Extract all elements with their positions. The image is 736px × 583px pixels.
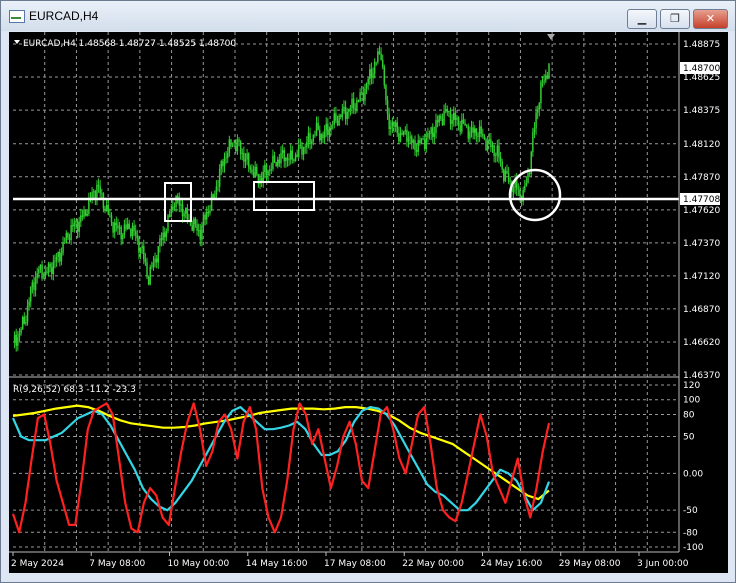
current-price-tag: 1.48700 xyxy=(683,64,720,74)
chart-window: EURCAD,H4 ▁ ❐ ✕ 1.48875 1.48625 1.48375 1.4… xyxy=(0,0,736,583)
close-button[interactable]: ✕ xyxy=(693,9,728,29)
chart-header-label: EURCAD,H4 1.48568 1.48727 1.48525 1.4870… xyxy=(23,39,236,49)
time-tick-label: 24 May 16:00 xyxy=(481,559,543,569)
price-tick-label: 1.47620 xyxy=(683,206,720,216)
price-tick-label: 1.47370 xyxy=(683,239,720,249)
indicator-tick-label: -50 xyxy=(683,506,698,516)
indicator-tick-label: 120 xyxy=(683,381,700,391)
price-tick-label: 1.48625 xyxy=(683,73,720,83)
time-tick-label: 17 May 08:00 xyxy=(324,559,386,569)
time-tick-label: 22 May 00:00 xyxy=(402,559,464,569)
price-tick-label: 1.46370 xyxy=(683,371,720,381)
price-tick-label: 1.47120 xyxy=(683,272,720,282)
level-price-tag: 1.47708 xyxy=(683,195,720,205)
header-dropdown-icon[interactable] xyxy=(14,40,20,44)
chart-area[interactable]: 1.48875 1.48625 1.48375 1.48120 1.47870 1.476… xyxy=(9,32,728,573)
time-tick-label: 14 May 16:00 xyxy=(246,559,308,569)
price-tick-label: 1.48875 xyxy=(683,40,720,50)
price-chart[interactable]: 1.48875 1.48625 1.48375 1.48120 1.47870 1.476… xyxy=(9,32,728,573)
indicator-tick-label: 50 xyxy=(683,433,695,443)
time-tick-label: 7 May 08:00 xyxy=(89,559,145,569)
time-tick-label: 2 May 2024 xyxy=(11,559,64,569)
time-tick-label: 3 Jun 00:00 xyxy=(637,559,689,569)
window-title: EURCAD,H4 xyxy=(29,9,99,23)
indicator-tick-label: 0.00 xyxy=(683,469,703,479)
indicator-series-0 xyxy=(11,402,551,534)
indicator-tick-label: 100 xyxy=(683,396,700,406)
price-tick-label: 1.48375 xyxy=(683,106,720,116)
price-tick-label: 1.48120 xyxy=(683,140,720,150)
minimize-button[interactable]: ▁ xyxy=(627,9,657,29)
time-tick-label: 29 May 08:00 xyxy=(559,559,621,569)
price-tick-label: 1.46870 xyxy=(683,305,720,315)
chart-window-icon xyxy=(9,10,25,23)
price-tick-label: 1.46620 xyxy=(683,338,720,348)
axis-labels: 1.48875 1.48625 1.48375 1.48120 1.47870 1.476… xyxy=(11,40,720,569)
indicator-tick-label: 80 xyxy=(683,410,695,420)
maximize-button[interactable]: ❐ xyxy=(660,9,690,29)
indicator-series-1 xyxy=(11,406,551,512)
indicator-lines xyxy=(11,402,551,534)
indicator-series-2 xyxy=(12,404,550,501)
window-titlebar[interactable]: EURCAD,H4 ▁ ❐ ✕ xyxy=(1,1,735,31)
indicator-tick-label: -80 xyxy=(683,528,698,538)
chart-shift-marker[interactable] xyxy=(547,34,555,40)
indicator-tick-label: -100 xyxy=(683,543,704,553)
indicator-label: R(9,26,52) 68.3 -11.2 -23.3 xyxy=(13,385,136,395)
price-tick-label: 1.47870 xyxy=(683,173,720,183)
time-tick-label: 10 May 00:00 xyxy=(168,559,230,569)
